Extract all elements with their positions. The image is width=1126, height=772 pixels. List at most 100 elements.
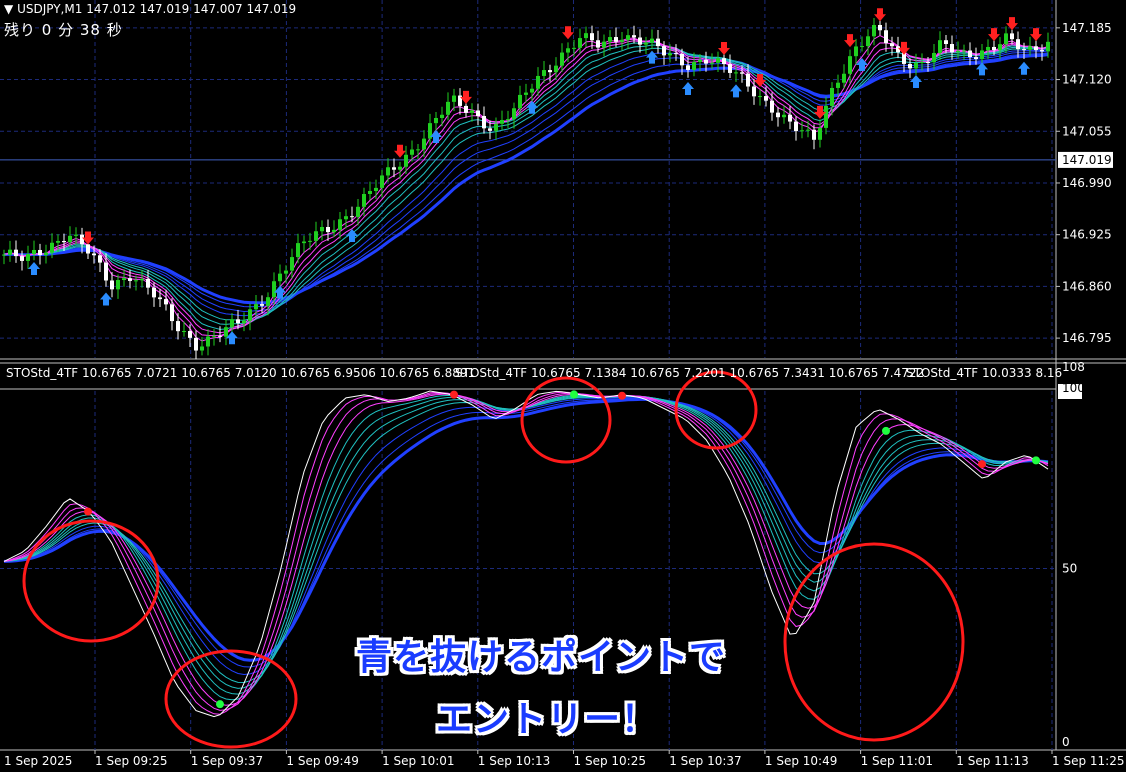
price-tick-label: 146.795 [1062,331,1112,345]
candle-body [266,297,270,306]
candle-body [584,33,588,39]
candle-body [740,72,744,74]
candle-body [590,33,594,41]
candle-body [596,40,600,48]
candle-body [254,304,258,310]
osc-tick-label: 108 [1062,360,1085,374]
candle-body [1016,39,1020,50]
buy-arrow-icon [910,75,922,89]
candle-body [38,249,42,256]
time-tick-label: 1 Sep 09:25 [95,754,167,768]
candle-body [710,62,714,64]
signal-dot-green [882,426,890,435]
candle-body [212,335,216,337]
candle-body [1028,46,1032,50]
candle-body [194,337,198,351]
candle-body [416,149,420,151]
candle-body [410,149,414,155]
candle-body [92,253,96,256]
candle-body [794,121,798,132]
candle-body [614,37,618,42]
candle-body [134,280,138,282]
time-tick-label: 1 Sep 2025 [4,754,72,768]
candle-body [176,321,180,332]
candle-body [860,46,864,48]
candle-body [338,219,342,230]
candle-body [962,50,966,52]
candle-body [50,242,54,253]
candle-body [806,129,810,131]
candle-body [578,38,582,48]
candle-body [812,129,816,140]
sell-arrow-icon [844,34,856,48]
candle-body [500,120,504,124]
annotation-line-2: エントリー！ [436,699,659,740]
candle-body [620,39,624,42]
chevron-down-icon[interactable]: ▼ [4,2,13,16]
candle-body [302,241,306,244]
candle-body [434,118,438,124]
candle-body [374,187,378,191]
signal-dot-green [216,700,224,709]
time-tick-label: 1 Sep 11:25 [1052,754,1124,768]
candle-body [626,35,630,40]
candle-body [272,281,276,298]
candle-body [872,24,876,37]
candle-body [980,50,984,60]
candle-body [662,46,666,56]
candle-body [728,64,732,73]
candle-body [506,119,510,121]
osc-tick-label: 100 [1062,381,1085,395]
candle-body [464,105,468,113]
price-tick-label: 147.055 [1062,124,1112,138]
candle-body [140,278,144,281]
candle-body [128,278,132,281]
candle-body [836,82,840,88]
candle-body [182,331,186,333]
candle-body [2,254,6,256]
price-tick-label: 146.860 [1062,279,1112,293]
sell-arrow-icon [1030,28,1042,42]
candle-body [1010,33,1014,40]
time-tick-label: 1 Sep 09:49 [286,754,358,768]
signal-dot-red [450,390,458,399]
buy-arrow-icon [1018,61,1030,75]
sell-arrow-icon [874,8,886,22]
candle-body [1004,33,1008,45]
candle-body [290,257,294,271]
highlight-circle [783,542,965,742]
candle-body [224,327,228,337]
candle-body [548,70,552,73]
time-tick-label: 1 Sep 09:37 [191,754,263,768]
buy-arrow-icon [28,261,40,275]
signal-dot-red [84,507,92,516]
candle-body [668,53,672,56]
candle-body [206,336,210,347]
candle-body [152,287,156,298]
candle-body [770,100,774,113]
candle-body [854,46,858,57]
candle-body [830,87,834,106]
time-tick-label: 1 Sep 10:25 [574,754,646,768]
price-tick-label: 147.120 [1062,73,1112,87]
candle-body [752,86,756,97]
candle-body [320,226,324,232]
candle-body [1022,49,1026,51]
indicator-label-1: STOStd_4TF 10.6765 7.0721 10.6765 7.0120… [6,366,476,380]
candle-body [326,226,330,233]
remaining-timer: 残り 0 分 38 秒 [4,21,123,39]
candle-body [170,304,174,322]
candle-body [164,299,168,305]
candle-body [422,138,426,150]
candle-body [446,101,450,115]
candle-body [188,331,192,338]
candle-body [974,57,978,60]
buy-arrow-icon [682,81,694,95]
candle-body [452,95,456,102]
candle-body [788,114,792,122]
candle-body [914,63,918,69]
mt4-chart-window[interactable]: 147.185 147.120 147.055 146.990 146.925 146.8… [0,0,1126,772]
candle-body [332,229,336,233]
candle-body [86,244,90,254]
price-tick-label: 146.990 [1062,176,1112,190]
